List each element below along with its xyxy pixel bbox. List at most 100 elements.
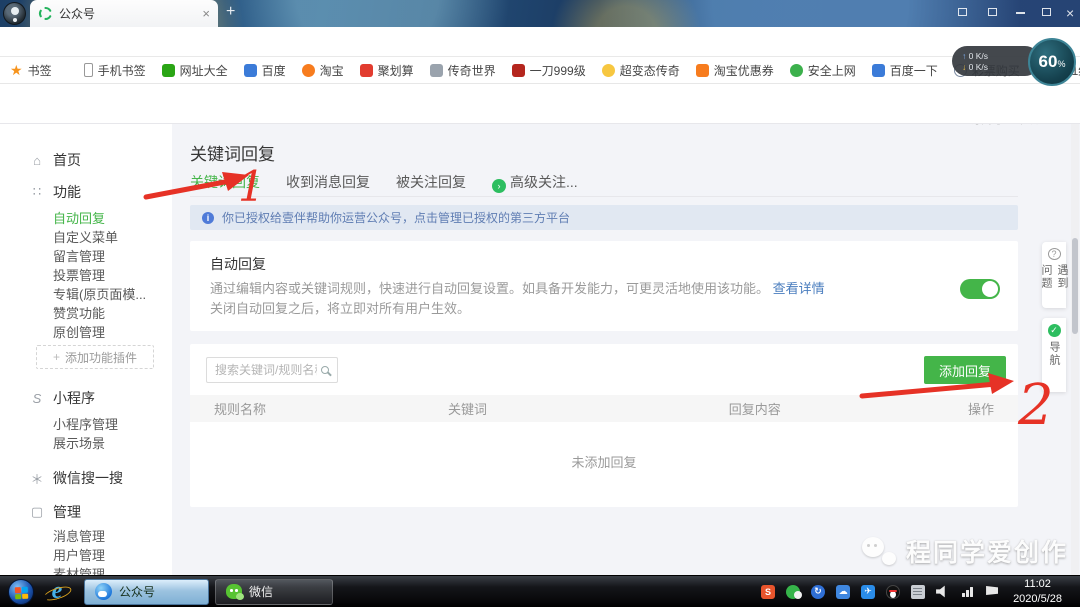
download-arrow-icon: ↓ [962,62,966,72]
card-title: 自动回复 [210,254,266,274]
taskbar-clock[interactable]: 11:02 2020/5/28 [1009,577,1072,607]
add-reply-button[interactable]: 添加回复 [924,356,1006,384]
tab-follow-reply[interactable]: 被关注回复 [396,172,466,193]
new-tab-button[interactable]: + [226,3,235,21]
wechat-tray-icon[interactable] [786,585,800,599]
help-floater[interactable]: ? 遇到问题 [1042,242,1066,308]
restore-window-icon[interactable] [1042,8,1051,16]
nav-floater[interactable]: ✓ 导航 [1042,318,1066,392]
detail-link[interactable]: 查看详情 [773,281,825,296]
sidebar-item-reward[interactable]: 赞赏功能 [53,303,105,322]
smiley-icon [602,64,615,77]
tab-message-reply[interactable]: 收到消息回复 [286,172,370,193]
sidebar-item-wechat-search[interactable]: ＊微信搜一搜 [30,468,123,488]
nav-site-icon [162,64,175,77]
bookmark-item[interactable]: 聚划算 [360,62,414,79]
bookmarks-bar: ★书签 手机书签 网址大全 百度 淘宝 聚划算 传奇世界 一刀999级 超变态传… [0,57,1080,84]
rule-search-input[interactable] [215,363,317,377]
taskbar-task-wechat[interactable]: 微信 [215,579,333,605]
game-icon [430,64,443,77]
tim-tray-icon[interactable]: ✈ [861,585,875,599]
theme-icon[interactable] [988,8,997,16]
bookmark-item[interactable]: 一刀999级 [512,62,586,79]
auto-reply-toggle[interactable] [960,279,1000,299]
sidebar-section-manage[interactable]: ▢管理 [30,502,81,522]
wechat-bubbles-icon [862,537,898,565]
sidebar-item-comment-mgmt[interactable]: 留言管理 [53,246,105,265]
search-icon[interactable] [321,366,329,374]
action-center-icon[interactable] [986,586,998,597]
system-tray: S ↻ ☁ ✈ 11:02 2020/5/28 [761,577,1080,607]
network-icon[interactable] [961,585,975,599]
scrollbar-thumb[interactable] [1072,238,1078,334]
star-icon: ★ [10,62,23,79]
bookmark-item[interactable]: 超变态传奇 [602,62,680,79]
watermark-text: 程同学爱创作 [906,533,1068,569]
bookmark-item[interactable]: 传奇世界 [430,62,496,79]
clock-time: 11:02 [1013,577,1062,592]
windows-flag-icon [15,586,29,599]
question-icon: ? [1048,248,1061,260]
card-description: 通过编辑内容或关键词规则，快速进行自动回复设置。如具备开发能力，可更灵活地使用该… [210,278,825,297]
authorization-notice[interactable]: i 你已授权给壹伴帮助你运营公众号，点击管理已授权的第三方平台 [190,205,1018,230]
spark-icon: ＊ [30,469,44,488]
watermark: 程同学爱创作 [862,533,1068,569]
weiyun-tray-icon[interactable]: ☁ [836,585,850,599]
bookmark-item[interactable]: 淘宝 [302,62,344,79]
sidebar-item-custom-menu[interactable]: 自定义菜单 [53,227,118,246]
scrollbar-track[interactable] [1071,124,1079,575]
sidebar-section-features[interactable]: ∷功能 [30,182,81,202]
card-description2: 关闭自动回复之后，将立即对所有用户生效。 [210,298,470,317]
boost-ball[interactable]: 60% [1028,38,1076,86]
tab-keyword-reply[interactable]: 关键词回复 [190,172,260,193]
table-header: 规则名称 关键词 回复内容 操作 [190,395,1018,422]
sidebar-item-vote-mgmt[interactable]: 投票管理 [53,265,105,284]
qq-tray-icon[interactable] [886,585,900,599]
tab-close-icon[interactable]: × [202,7,210,20]
info-icon: i [202,212,214,224]
phone-icon [84,63,93,77]
tab-advanced-follow[interactable]: ›高级关注... [492,172,578,193]
coupon-icon [696,64,709,77]
safety-icon [790,64,803,77]
bookmark-item[interactable]: ★书签 [10,62,52,79]
qq-rotate-tray-icon[interactable]: ↻ [811,585,825,599]
bookmark-item[interactable]: 安全上网 [790,62,856,79]
home-icon: ⌂ [30,153,44,168]
sidebar-item-home[interactable]: ⌂首页 [30,150,81,170]
bookmark-item[interactable]: 淘宝优惠券 [696,62,774,79]
sidebar-item-miniprogram-mgmt[interactable]: 小程序管理 [53,414,118,433]
ie-taskbar-icon[interactable]: e [44,579,70,605]
volume-icon[interactable] [936,585,950,599]
taobao-icon [302,64,315,77]
minimize-icon[interactable] [1016,12,1025,14]
upload-arrow-icon: ↑ [962,51,966,61]
bookmark-item[interactable]: 手机书签 [84,62,146,79]
bookmark-item[interactable]: 百度 [244,62,286,79]
sidebar-section-miniprogram[interactable]: S小程序 [30,388,95,408]
close-window-icon[interactable]: × [1066,6,1074,20]
sidebar-item-original-mgmt[interactable]: 原创管理 [53,322,105,341]
sidebar: ⌂首页 ∷功能 自动回复 自定义菜单 留言管理 投票管理 专辑(原页面模... … [0,124,172,575]
sidebar-item-display-scene[interactable]: 展示场景 [53,433,105,452]
sidebar-item-message-mgmt[interactable]: 消息管理 [53,526,105,545]
browser-profile-avatar[interactable] [3,2,26,25]
sidebar-item-auto-reply[interactable]: 自动回复 [53,208,105,227]
download-speed: 0 K/s [969,62,988,72]
baidu-icon [244,64,257,77]
sogou-tray-icon[interactable]: S [761,585,775,599]
browser-tab[interactable]: 公众号 × [30,0,218,27]
start-button[interactable] [8,579,34,605]
add-plugin-button[interactable]: +添加功能插件 [36,345,154,369]
rule-search-box[interactable] [206,357,338,383]
browser-toolbar: ‹ › ↻ ⌂ ☆ 腾讯 https://mp.weixin.qq.com/ad… [0,27,1080,57]
taskbar-task-mp[interactable]: 公众号 [84,579,209,605]
tab-tools-icon[interactable] [958,8,967,16]
bookmark-item[interactable]: 网址大全 [162,62,228,79]
documents-tray-icon[interactable] [911,585,925,599]
sidebar-item-user-mgmt[interactable]: 用户管理 [53,545,105,564]
upload-speed: 0 K/s [969,51,988,61]
reply-tabs: 关键词回复 收到消息回复 被关注回复 ›高级关注... [190,172,578,193]
bookmark-item[interactable]: 百度一下 [872,62,938,79]
sidebar-item-album[interactable]: 专辑(原页面模... [53,284,146,303]
